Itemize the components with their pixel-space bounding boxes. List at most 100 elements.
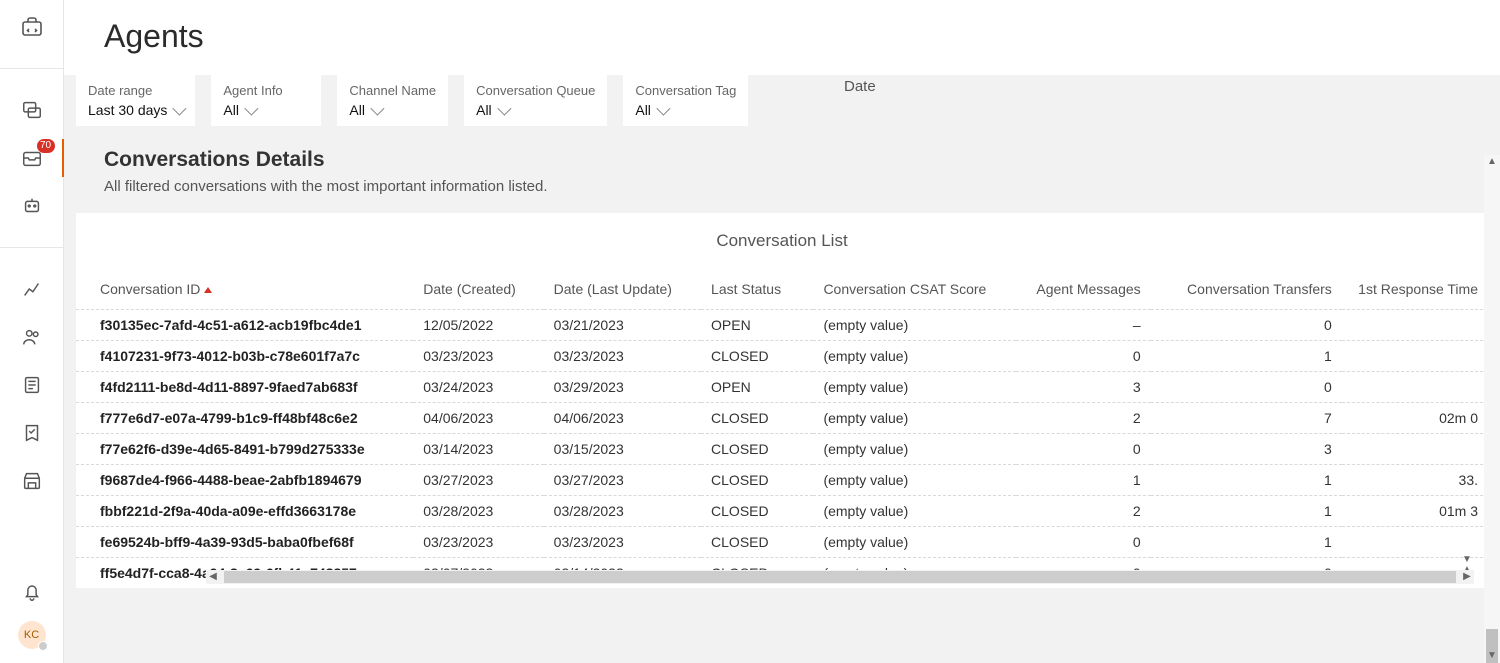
table-row[interactable]: f9687de4-f966-4488-beae-2abfb189467903/2… xyxy=(76,465,1488,496)
cell: 0 xyxy=(1016,527,1151,558)
sidebar-divider xyxy=(0,68,63,69)
avatar[interactable]: KC xyxy=(18,621,46,649)
cell: 03/23/2023 xyxy=(413,527,543,558)
scroll-down-icon[interactable]: ▼ xyxy=(1462,555,1472,565)
table-body: f30135ec-7afd-4c51-a612-acb19fbc4de112/0… xyxy=(76,310,1488,589)
cell: (empty value) xyxy=(813,434,1015,465)
cell: f4107231-9f73-4012-b03b-c78e601f7a7c xyxy=(76,341,413,372)
cell: 03/27/2023 xyxy=(413,465,543,496)
inbox-icon[interactable]: 70 xyxy=(19,145,45,171)
col-1st-response-time[interactable]: 1st Response Time xyxy=(1342,273,1488,310)
cell: 1 xyxy=(1151,465,1342,496)
col-date-last-update-[interactable]: Date (Last Update) xyxy=(544,273,701,310)
chat-icon[interactable] xyxy=(19,97,45,123)
cell: 2 xyxy=(1016,496,1151,527)
table-row[interactable]: fbbf221d-2f9a-40da-a09e-effd3663178e03/2… xyxy=(76,496,1488,527)
cell: 03/28/2023 xyxy=(413,496,543,527)
analytics-icon[interactable] xyxy=(19,276,45,302)
scroll-right-icon[interactable]: ▶ xyxy=(1462,572,1472,582)
chevron-down-icon xyxy=(173,102,187,116)
sidebar-divider-2 xyxy=(0,247,63,248)
filter-value: All xyxy=(349,102,436,118)
filter-value: Last 30 days xyxy=(88,102,183,118)
table-row[interactable]: fe69524b-bff9-4a39-93d5-baba0fbef68f03/2… xyxy=(76,527,1488,558)
cell: 03/28/2023 xyxy=(544,496,701,527)
cell: 3 xyxy=(1151,434,1342,465)
bot-icon[interactable] xyxy=(19,193,45,219)
cell: OPEN xyxy=(701,372,813,403)
cell: CLOSED xyxy=(701,341,813,372)
cell: (empty value) xyxy=(813,465,1015,496)
cell: 1 xyxy=(1151,341,1342,372)
cell: CLOSED xyxy=(701,496,813,527)
table-row[interactable]: f77e62f6-d39e-4d65-8491-b799d275333e03/1… xyxy=(76,434,1488,465)
cell: 1 xyxy=(1151,527,1342,558)
page-vertical-scrollbar[interactable]: ▲ ▼ xyxy=(1484,155,1500,663)
chevron-down-icon xyxy=(656,102,670,116)
cell: 0 xyxy=(1016,434,1151,465)
filter-agent-info[interactable]: Agent InfoAll xyxy=(211,75,321,126)
content-panel: Date Date range Last 30 days Agent InfoAll… xyxy=(64,75,1500,663)
cell: CLOSED xyxy=(701,465,813,496)
filter-channel-name[interactable]: Channel Name All xyxy=(337,75,448,126)
filter-date-range[interactable]: Date range Last 30 days xyxy=(76,75,195,126)
col-conversation-csat-score[interactable]: Conversation CSAT Score xyxy=(813,273,1015,310)
left-sidebar: 70 KC xyxy=(0,0,64,663)
page-scroll-up-icon[interactable]: ▲ xyxy=(1487,157,1497,167)
cell: 2 xyxy=(1016,403,1151,434)
cell: 03/24/2023 xyxy=(413,372,543,403)
table-row[interactable]: f4107231-9f73-4012-b03b-c78e601f7a7c 03/2… xyxy=(76,341,1488,372)
chevron-down-icon xyxy=(244,102,258,116)
cell: (empty value) xyxy=(813,527,1015,558)
cell: 03/23/2023 xyxy=(544,341,701,372)
cell: f9687de4-f966-4488-beae-2abfb1894679 xyxy=(76,465,413,496)
conversations-table: Conversation IDDate (Created)Date (Last … xyxy=(76,273,1488,588)
table-row[interactable]: f30135ec-7afd-4c51-a612-acb19fbc4de112/0… xyxy=(76,310,1488,341)
cell: 02m 0 xyxy=(1342,403,1488,434)
table-horizontal-scrollbar[interactable]: ◀ ▶ xyxy=(206,570,1474,584)
cell: 04/06/2023 xyxy=(413,403,543,434)
cell xyxy=(1342,341,1488,372)
cell: 0 xyxy=(1151,372,1342,403)
code-briefcase-icon[interactable] xyxy=(19,14,45,40)
col-agent-messages[interactable]: Agent Messages xyxy=(1016,273,1151,310)
truncated-label: Date xyxy=(844,78,876,95)
cell: fe69524b-bff9-4a39-93d5-baba0fbef68f xyxy=(76,527,413,558)
cell: 03/14/2023 xyxy=(413,434,543,465)
cell: 03/21/2023 xyxy=(544,310,701,341)
col-conversation-transfers[interactable]: Conversation Transfers xyxy=(1151,273,1342,310)
filter-label: Channel Name xyxy=(349,83,436,98)
cell: 01m 3 xyxy=(1342,496,1488,527)
table-row[interactable]: f777e6d7-e07a-4799-b1c9-ff48bf48c6e204/0… xyxy=(76,403,1488,434)
cell: 1 xyxy=(1151,496,1342,527)
filter-conversation-tag[interactable]: Conversation TagAll xyxy=(623,75,748,126)
col-last-status[interactable]: Last Status xyxy=(701,273,813,310)
cell: 04/06/2023 xyxy=(544,403,701,434)
table-row[interactable]: f4fd2111-be8d-4d11-8897-9faed7ab683f03/2… xyxy=(76,372,1488,403)
main-area: Agents Date Date rangeLast 30 daysAgent … xyxy=(64,0,1500,663)
filter-value: All xyxy=(223,102,309,118)
scroll-left-icon[interactable]: ◀ xyxy=(208,572,218,582)
cell: (empty value) xyxy=(813,403,1015,434)
store-icon[interactable] xyxy=(19,468,45,494)
cell: f777e6d7-e07a-4799-b1c9-ff48bf48c6e2 xyxy=(76,403,413,434)
bookmark-check-icon[interactable] xyxy=(19,420,45,446)
col-conversation-id[interactable]: Conversation ID xyxy=(76,273,413,310)
cell: f30135ec-7afd-4c51-a612-acb19fbc4de1 xyxy=(76,310,413,341)
cell: f77e62f6-d39e-4d65-8491-b799d275333e xyxy=(76,434,413,465)
filter-label: Date range xyxy=(88,83,183,98)
cell: 7 xyxy=(1151,403,1342,434)
page-scroll-down-icon[interactable]: ▼ xyxy=(1487,651,1497,661)
cell: 03/23/2023 xyxy=(544,527,701,558)
cell: (empty value) xyxy=(813,496,1015,527)
people-icon[interactable] xyxy=(19,324,45,350)
cell: fbbf221d-2f9a-40da-a09e-effd3663178e xyxy=(76,496,413,527)
note-icon[interactable] xyxy=(19,372,45,398)
bell-icon[interactable] xyxy=(19,579,45,605)
cell: OPEN xyxy=(701,310,813,341)
scroll-thumb-h[interactable] xyxy=(224,571,1456,583)
col-date-created-[interactable]: Date (Created) xyxy=(413,273,543,310)
cell xyxy=(1342,434,1488,465)
cell xyxy=(1342,310,1488,341)
filter-conversation-queue[interactable]: Conversation QueueAll xyxy=(464,75,607,126)
